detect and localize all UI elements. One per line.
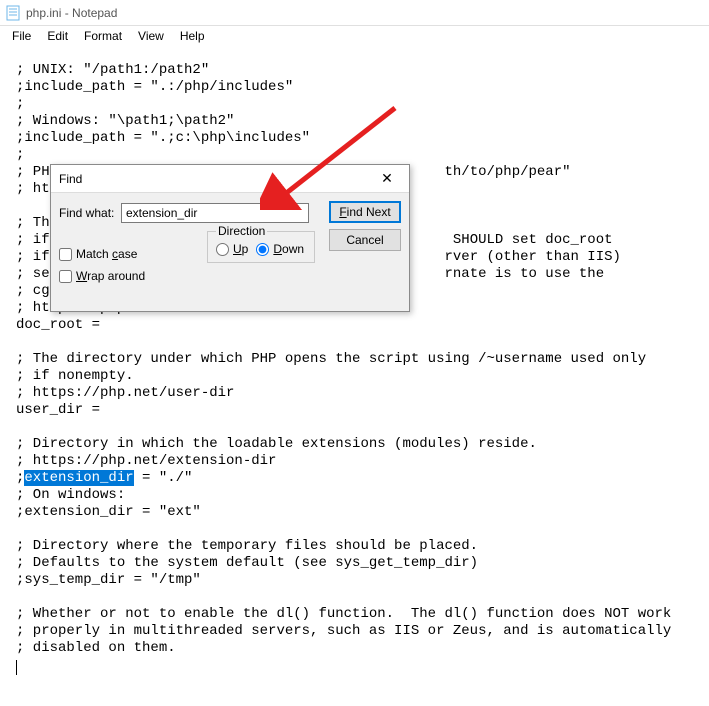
editor-line: ;extension_dir = "ext" (16, 504, 201, 520)
direction-down-radio[interactable]: Down (256, 242, 304, 256)
notepad-icon (6, 5, 20, 21)
find-next-button[interactable]: Find Next (329, 201, 401, 223)
editor-line: ; disabled on them. (16, 640, 176, 656)
direction-up-radio[interactable]: Up (216, 242, 248, 256)
editor-line: ; Directory in which the loadable extens… (16, 436, 537, 452)
editor-line: ; The directory under which PHP opens th… (16, 351, 646, 367)
editor-line: ; (16, 96, 24, 112)
editor-line: ; (16, 147, 24, 163)
editor-line: ; Windows: "\path1;\path2" (16, 113, 234, 129)
direction-down-label: Down (273, 242, 304, 256)
wrap-around-checkbox[interactable]: Wrap around (59, 269, 145, 283)
menu-format[interactable]: Format (76, 27, 130, 45)
editor-line: ;include_path = ".:/php/includes" (16, 79, 293, 95)
menu-help[interactable]: Help (172, 27, 213, 45)
editor-line: ; On windows: (16, 487, 125, 503)
editor-line: ;include_path = ".;c:\php\includes" (16, 130, 310, 146)
editor-line: ; UNIX: "/path1:/path2" (16, 62, 209, 78)
find-next-label: ind Next (347, 205, 391, 219)
find-what-input[interactable] (121, 203, 309, 223)
window-title: php.ini - Notepad (26, 6, 117, 20)
direction-group: Direction Up Down (207, 231, 315, 263)
editor-line: SHOULD set doc_root (444, 232, 612, 248)
find-dialog-title: Find (59, 172, 82, 186)
direction-up-label: Up (233, 242, 248, 256)
find-dialog-body: Find what: Find Next Cancel Direction Up… (51, 193, 409, 311)
editor-line: ; if nonempty. (16, 368, 134, 384)
find-dialog-titlebar[interactable]: Find ✕ (51, 165, 409, 193)
editor-line: ; https://php.net/user-dir (16, 385, 234, 401)
editor-line: user_dir = (16, 402, 100, 418)
editor-line: rver (other than IIS) (444, 249, 620, 265)
menubar: File Edit Format View Help (0, 26, 709, 46)
text-caret (16, 660, 17, 675)
editor-line: ; properly in multithreaded servers, suc… (16, 623, 671, 639)
editor-line: rnate is to use the (444, 266, 604, 282)
menu-edit[interactable]: Edit (39, 27, 76, 45)
editor-line: ; Defaults to the system default (see sy… (16, 555, 478, 571)
editor-line: ; https://php.net/extension-dir (16, 453, 276, 469)
find-what-label: Find what: (59, 206, 115, 220)
close-icon[interactable]: ✕ (373, 168, 401, 190)
editor-line: th/to/php/pear" (444, 164, 570, 180)
menu-view[interactable]: View (130, 27, 172, 45)
find-dialog: Find ✕ Find what: Find Next Cancel Direc… (50, 164, 410, 312)
editor-area[interactable]: ; UNIX: "/path1:/path2" ;include_path = … (0, 46, 709, 674)
editor-line: ;sys_temp_dir = "/tmp" (16, 572, 201, 588)
match-case-checkbox[interactable]: Match case (59, 247, 145, 261)
editor-line: ; Whether or not to enable the dl() func… (16, 606, 671, 622)
cancel-button[interactable]: Cancel (329, 229, 401, 251)
match-case-label: Match case (76, 247, 137, 261)
editor-line: ; Directory where the temporary files sh… (16, 538, 478, 554)
menu-file[interactable]: File (4, 27, 39, 45)
wrap-around-label: Wrap around (76, 269, 145, 283)
search-match-highlight: extension_dir (24, 470, 133, 486)
editor-line: = "./" (134, 470, 193, 486)
direction-label: Direction (216, 224, 267, 238)
window-titlebar: php.ini - Notepad (0, 0, 709, 26)
editor-line: doc_root = (16, 317, 100, 333)
